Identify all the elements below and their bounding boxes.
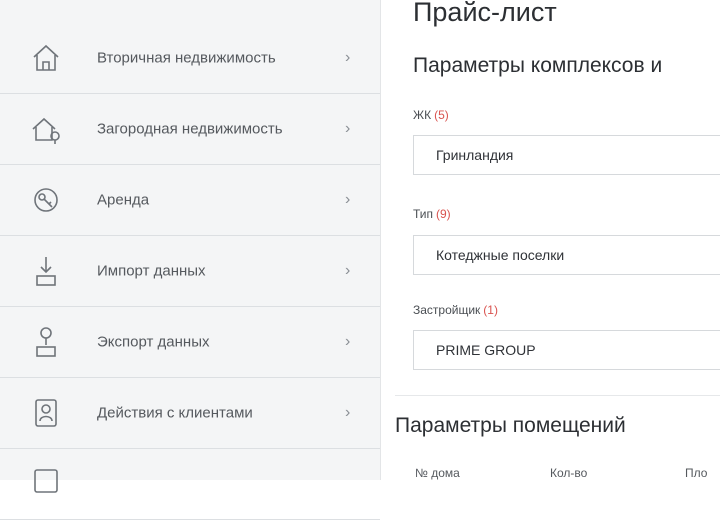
- sidebar-item-label: Экспорт данных: [97, 333, 210, 351]
- sidebar-item-label: Вторичная недвижимость: [97, 49, 276, 67]
- item-icon: [27, 462, 65, 500]
- sidebar-item-secondary-realty[interactable]: Вторичная недвижимость ›: [0, 23, 380, 94]
- import-icon: [27, 252, 65, 290]
- column-header-quantity: Кол-во: [550, 466, 588, 480]
- chevron-right-icon: ›: [345, 191, 351, 208]
- select-value: Котеджные поселки: [436, 247, 565, 263]
- sidebar: Вторичная недвижимость › Загородная недв…: [0, 0, 381, 520]
- sidebar-item-label: Действия с клиентами: [97, 404, 253, 422]
- column-header-house: № дома: [415, 466, 460, 480]
- field-label-developer: Застройщик (1): [413, 303, 498, 317]
- house-icon: [27, 39, 65, 77]
- type-select[interactable]: Котеджные поселки: [413, 235, 720, 275]
- sidebar-item-label: Загородная недвижимость: [97, 120, 283, 138]
- select-value: PRIME GROUP: [436, 342, 536, 358]
- select-value: Гринландия: [436, 147, 514, 163]
- sidebar-item-label: Аренда: [97, 191, 150, 209]
- page-title: Прайс-лист: [413, 0, 557, 27]
- chevron-right-icon: ›: [345, 49, 351, 66]
- chevron-right-icon: ›: [345, 333, 351, 350]
- sidebar-item-import[interactable]: Импорт данных ›: [0, 236, 380, 307]
- main-content: Прайс-лист Параметры комплексов и ЖК (5) …: [395, 0, 720, 480]
- sidebar-item-rent[interactable]: Аренда ›: [0, 165, 380, 236]
- chevron-right-icon: ›: [345, 262, 351, 279]
- sidebar-item-country-realty[interactable]: Загородная недвижимость ›: [0, 94, 380, 165]
- chevron-right-icon: ›: [345, 404, 351, 421]
- rooms-params-title: Параметры помещений: [395, 414, 626, 437]
- complex-select[interactable]: Гринландия: [413, 135, 720, 175]
- sidebar-item-more[interactable]: [0, 449, 380, 520]
- sidebar-item-label: Импорт данных: [97, 262, 206, 280]
- keys-icon: [27, 181, 65, 219]
- complex-params-title: Параметры комплексов и: [413, 54, 663, 77]
- export-icon: [27, 323, 65, 361]
- count-badge: (5): [434, 108, 449, 122]
- sidebar-item-export[interactable]: Экспорт данных ›: [0, 307, 380, 378]
- count-badge: (1): [483, 303, 498, 317]
- developer-select[interactable]: PRIME GROUP: [413, 330, 720, 370]
- country-house-icon: [27, 110, 65, 148]
- field-label-type: Тип (9): [413, 207, 451, 221]
- sidebar-item-client-actions[interactable]: Действия с клиентами ›: [0, 378, 380, 449]
- count-badge: (9): [436, 207, 451, 221]
- client-actions-icon: [27, 394, 65, 432]
- field-label-complex: ЖК (5): [413, 108, 449, 122]
- divider: [395, 395, 720, 396]
- chevron-right-icon: ›: [345, 120, 351, 137]
- column-header-area: Пло: [685, 466, 708, 480]
